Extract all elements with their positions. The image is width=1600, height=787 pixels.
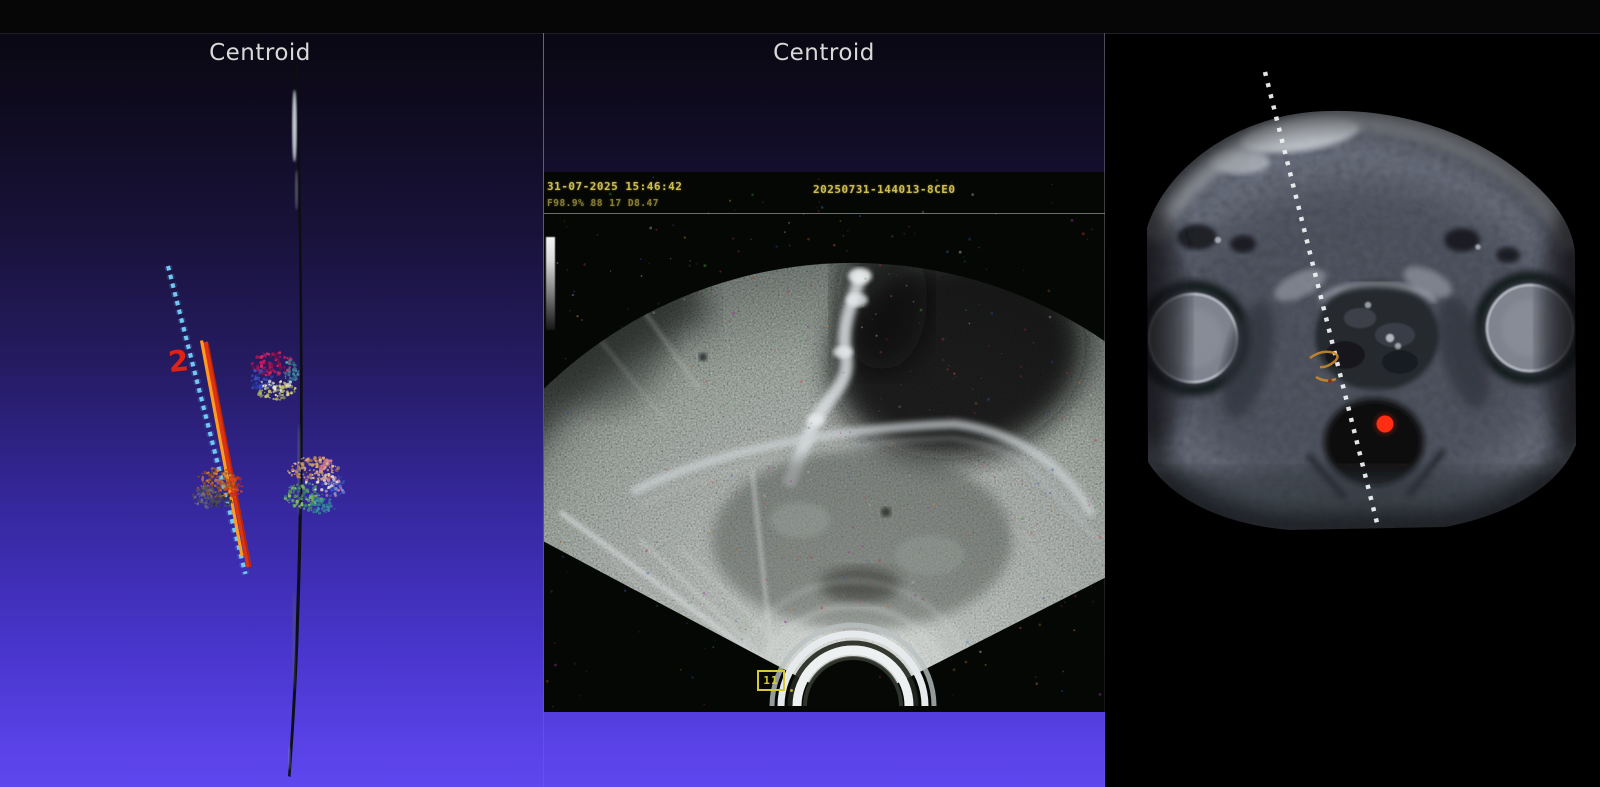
grayscale-bar: [546, 237, 555, 330]
viewport-ultrasound-title: Centroid: [773, 40, 875, 66]
target-dot: [1374, 413, 1396, 435]
trajectory-dotted-line: [168, 266, 246, 574]
point-cloud-cluster-right: [284, 456, 345, 515]
image-plane-slice: [288, 60, 303, 777]
3d-scene[interactable]: 2: [0, 33, 543, 787]
viewport-ultrasound[interactable]: Centroid: [543, 33, 1105, 787]
ultrasound-video[interactable]: 31-07-2025 15:46:42 20250731-144013-8CE0…: [544, 172, 1105, 712]
top-bar: [0, 0, 1600, 34]
us-params: F98.9% 88 17 D8.47: [547, 198, 659, 209]
probe-marker-dot: [790, 689, 793, 692]
us-datetime: 31-07-2025 15:46:42: [547, 180, 682, 193]
us-separator-line: [544, 213, 1105, 214]
viewport-mri[interactable]: [1105, 0, 1600, 787]
ultrasound-image: [544, 172, 1105, 712]
prostate-region: [1315, 281, 1439, 391]
probe-marker: 11: [757, 670, 785, 691]
medical-navigation-app: Centroid: [0, 0, 1600, 787]
mri-image: [1105, 0, 1600, 787]
point-cloud-cluster-upper: [251, 351, 300, 400]
us-study-id: 20250731-144013-8CE0: [813, 183, 955, 196]
probe-interface-ring: [544, 625, 1105, 712]
panel-divider-right: [1104, 33, 1105, 787]
needle: [202, 341, 251, 569]
panel-divider-left: [543, 33, 544, 787]
needle-number-label: 2: [167, 343, 191, 379]
viewport-3d[interactable]: Centroid: [0, 33, 543, 787]
viewport-3d-title: Centroid: [209, 40, 311, 66]
